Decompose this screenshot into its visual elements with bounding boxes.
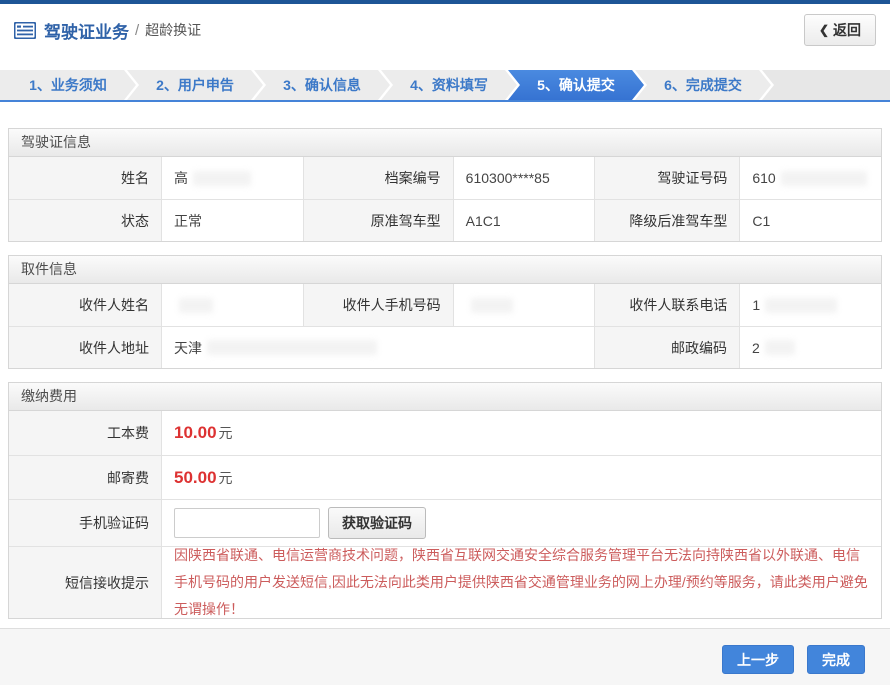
step-label: 6、完成提交: [664, 75, 742, 95]
wizard-steps: 1、业务须知 2、用户申告 3、确认信息 4、资料填写 5、确认提交 6、完成提…: [0, 56, 890, 102]
redaction: [207, 340, 377, 355]
table-row: 姓名 高 档案编号 610300****85 驾驶证号码 610: [9, 157, 881, 199]
license-no-label: 驾驶证号码: [594, 157, 739, 199]
stepbar-underline: [0, 100, 890, 102]
back-button-label: 返回: [833, 20, 861, 40]
redaction: [781, 171, 867, 186]
recipient-mobile-value: [453, 284, 595, 326]
pickup-info-section: 取件信息 收件人姓名 收件人手机号码 收件人联系电话 1 收件人地址 天津 邮政…: [8, 255, 882, 369]
postage-fee-label: 邮寄费: [9, 456, 161, 499]
table-row: 邮寄费 50.00元: [9, 455, 881, 499]
step-1-business-notice: 1、业务须知: [0, 70, 136, 100]
step-label: 4、资料填写: [410, 75, 488, 95]
cost-fee-value: 10.00元: [161, 411, 881, 455]
table-row: 状态 正常 原准驾车型 A1C1 降级后准驾车型 C1: [9, 199, 881, 241]
sms-tip-label: 短信接收提示: [9, 547, 161, 618]
table-row: 工本费 10.00元: [9, 411, 881, 455]
step-4-fill-materials: 4、资料填写: [381, 70, 517, 100]
stepbar-filler: [762, 70, 890, 100]
page-title: 驾驶证业务: [44, 18, 129, 43]
orig-class-label: 原准驾车型: [303, 200, 453, 241]
license-no-value: 610: [739, 157, 881, 199]
status-label: 状态: [9, 200, 161, 241]
redaction: [193, 171, 251, 186]
step-label: 1、业务须知: [29, 75, 107, 95]
finish-button[interactable]: 完成: [807, 645, 865, 674]
address-value: 天津: [161, 327, 594, 368]
file-no-label: 档案编号: [303, 157, 453, 199]
redaction: [471, 298, 513, 313]
step-6-complete-submit: 6、完成提交: [635, 70, 771, 100]
recipient-name-value: [161, 284, 303, 326]
orig-class-value: A1C1: [453, 200, 595, 241]
section-title: 取件信息: [9, 256, 881, 284]
postage-fee-value: 50.00元: [161, 456, 881, 499]
postcode-label: 邮政编码: [594, 327, 739, 368]
postcode-value: 2: [739, 327, 881, 368]
file-no-value: 610300****85: [453, 157, 595, 199]
sms-tip-text: 因陕西省联通、电信运营商技术问题，陕西省互联网交通安全综合服务管理平台无法向持陕…: [174, 534, 869, 632]
back-button[interactable]: ❮ 返回: [804, 14, 876, 46]
redaction: [765, 298, 837, 313]
step-label: 2、用户申告: [156, 75, 234, 95]
status-value: 正常: [161, 200, 303, 241]
step-2-user-declaration: 2、用户申告: [127, 70, 263, 100]
redaction: [765, 340, 795, 355]
captcha-label: 手机验证码: [9, 500, 161, 546]
breadcrumb-separator: /: [135, 22, 139, 39]
section-title: 缴纳费用: [9, 383, 881, 411]
section-title: 驾驶证信息: [9, 129, 881, 157]
redaction: [179, 298, 213, 313]
page-header: 驾驶证业务 / 超龄换证 ❮ 返回: [0, 4, 890, 56]
recipient-phone-label: 收件人联系电话: [594, 284, 739, 326]
step-label: 3、确认信息: [283, 75, 361, 95]
license-business-icon: [14, 22, 36, 39]
cost-fee-label: 工本费: [9, 411, 161, 455]
step-5-confirm-submit-active: 5、确认提交: [508, 70, 644, 100]
recipient-phone-value: 1: [739, 284, 881, 326]
footer-actions: 上一步 完成: [0, 628, 890, 685]
payment-fees-section: 缴纳费用 工本费 10.00元 邮寄费 50.00元 手机验证码 获取验证码 短…: [8, 382, 882, 619]
name-value: 高: [161, 157, 303, 199]
page-subtitle: 超龄换证: [145, 20, 201, 40]
step-3-confirm-info: 3、确认信息: [254, 70, 390, 100]
table-row: 收件人地址 天津 邮政编码 2: [9, 326, 881, 368]
step-label: 5、确认提交: [537, 75, 615, 95]
name-label: 姓名: [9, 157, 161, 199]
downgrade-class-value: C1: [739, 200, 881, 241]
license-info-section: 驾驶证信息 姓名 高 档案编号 610300****85 驾驶证号码 610 状…: [8, 128, 882, 242]
downgrade-class-label: 降级后准驾车型: [594, 200, 739, 241]
sms-tip-cell: 因陕西省联通、电信运营商技术问题，陕西省互联网交通安全综合服务管理平台无法向持陕…: [161, 547, 881, 618]
previous-step-button[interactable]: 上一步: [722, 645, 794, 674]
table-row: 短信接收提示 因陕西省联通、电信运营商技术问题，陕西省互联网交通安全综合服务管理…: [9, 546, 881, 618]
address-label: 收件人地址: [9, 327, 161, 368]
recipient-mobile-label: 收件人手机号码: [303, 284, 453, 326]
recipient-name-label: 收件人姓名: [9, 284, 161, 326]
back-arrow-icon: ❮: [819, 23, 829, 37]
table-row: 收件人姓名 收件人手机号码 收件人联系电话 1: [9, 284, 881, 326]
